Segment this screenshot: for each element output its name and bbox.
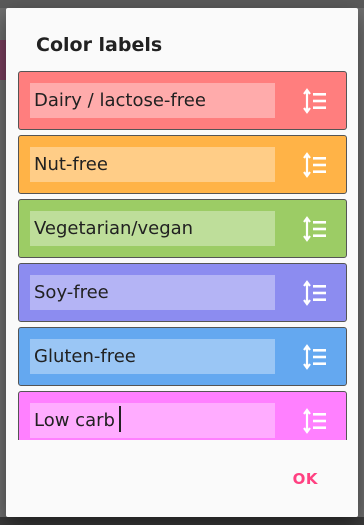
reorder-icon[interactable] [302,88,328,114]
background-bottom-bar [0,517,364,525]
reorder-icon[interactable] [302,344,328,370]
background-toolbar [0,0,364,8]
label-name-text: Dairy / lactose-free [34,90,206,111]
label-name-input[interactable]: Low carb [30,403,275,438]
label-name-input[interactable]: Nut-free [30,147,275,182]
ok-button[interactable]: OK [293,470,318,488]
color-labels-dialog: Color labels Dairy / lactose-free Nut-fr… [6,8,358,517]
dialog-title: Color labels [36,34,163,56]
label-row-dairy: Dairy / lactose-free [18,71,347,130]
label-row-nut-free: Nut-free [18,135,347,194]
label-row-soy-free: Soy-free [18,263,347,322]
reorder-icon[interactable] [302,280,328,306]
label-name-text: Low carb [34,410,115,431]
label-name-text: Soy-free [34,282,109,303]
label-row-low-carb: Low carb [18,391,347,440]
label-name-input[interactable]: Vegetarian/vegan [30,211,275,246]
label-name-input[interactable]: Dairy / lactose-free [30,83,275,118]
label-name-text: Nut-free [34,154,108,175]
label-name-text: Vegetarian/vegan [34,218,194,239]
label-name-input[interactable]: Gluten-free [30,339,275,374]
label-list[interactable]: Dairy / lactose-free Nut-free Vegetarian… [18,71,347,440]
label-row-vegetarian: Vegetarian/vegan [18,199,347,258]
label-row-gluten-free: Gluten-free [18,327,347,386]
reorder-icon[interactable] [302,216,328,242]
label-name-input[interactable]: Soy-free [30,275,275,310]
label-name-text: Gluten-free [34,346,136,367]
reorder-icon[interactable] [302,408,328,434]
reorder-icon[interactable] [302,152,328,178]
text-caret [118,406,121,432]
